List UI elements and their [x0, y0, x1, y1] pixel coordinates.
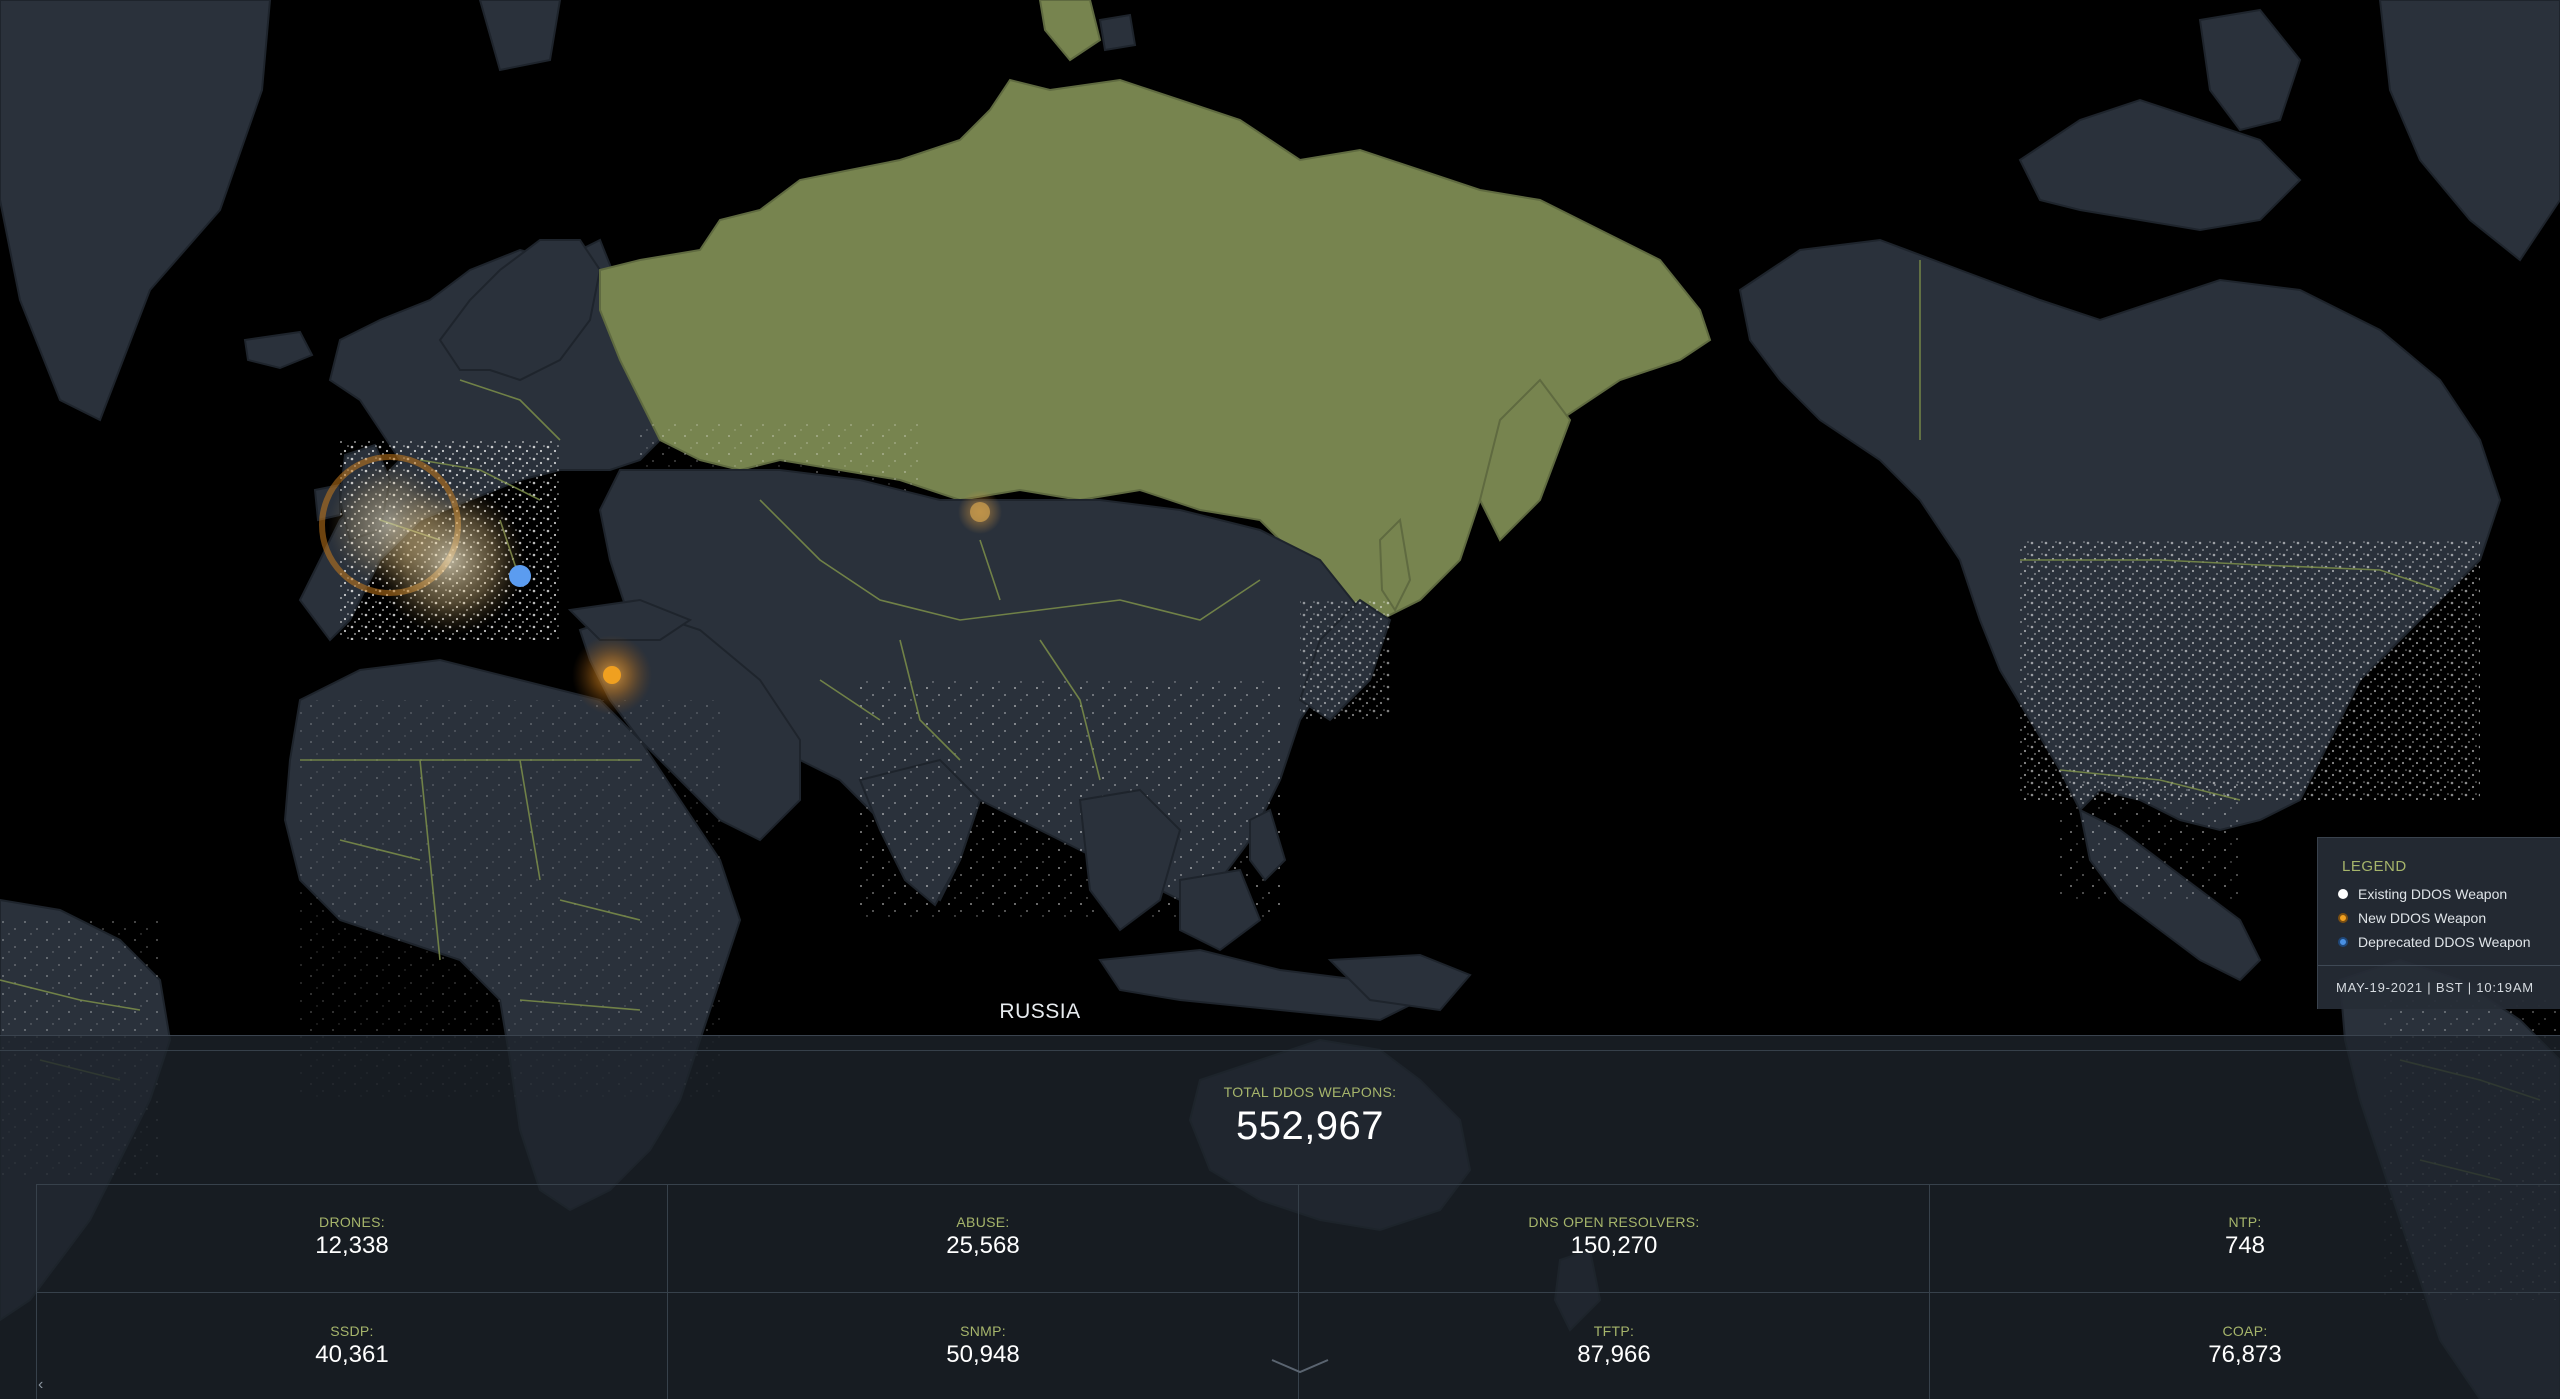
stat-label: COAP: — [2222, 1323, 2268, 1339]
legend-item-label: New DDOS Weapon — [2358, 910, 2487, 926]
total-weapons-value: 552,967 — [1235, 1104, 1385, 1148]
stat-label: DRONES: — [319, 1214, 385, 1230]
legend-timestamp: MAY-19-2021 | BST | 10:19AM — [2336, 980, 2534, 995]
mexico-city-lights — [2060, 780, 2240, 900]
legend-panel: LEGEND Existing DDOS Weapon New DDOS Wea… — [2317, 837, 2560, 1009]
usa-city-lights — [2020, 540, 2480, 800]
stat-value: 150,270 — [1570, 1232, 1658, 1259]
stats-column-divider — [667, 1184, 668, 1399]
legend-item-existing: Existing DDOS Weapon — [2338, 884, 2507, 904]
total-weapons-label: TOTAL DDOS WEAPONS: — [1223, 1084, 1397, 1100]
stats-top-divider — [0, 1050, 2560, 1051]
hovered-country-label: RUSSIA — [999, 1000, 1081, 1023]
stat-value: 76,873 — [2208, 1341, 2282, 1368]
deprecated-weapon-marker-europe — [509, 565, 531, 587]
legend-item-label: Deprecated DDOS Weapon — [2358, 934, 2531, 950]
stats-column-divider — [36, 1184, 37, 1399]
stats-column-divider — [1929, 1184, 1930, 1399]
stat-value: 25,568 — [946, 1232, 1020, 1259]
stat-label: TFTP: — [1593, 1323, 1635, 1339]
stat-value: 87,966 — [1577, 1341, 1651, 1368]
stat-label: NTP: — [2228, 1214, 2262, 1230]
landmass-arctic-islands — [478, 0, 562, 72]
stats-panel: TOTAL DDOS WEAPONS: 552,967 DRONES: 12,3… — [0, 1035, 2560, 1399]
new-weapon-marker-russia — [970, 502, 990, 522]
japan-city-lights — [1300, 600, 1390, 720]
new-weapon-marker-greece — [603, 666, 621, 684]
white-dot-icon — [2338, 889, 2348, 899]
stat-value: 12,338 — [315, 1232, 389, 1259]
stat-label: SSDP: — [330, 1323, 374, 1339]
blue-ring-dot-icon — [2338, 937, 2348, 947]
legend-title: LEGEND — [2342, 858, 2407, 875]
legend-divider — [2318, 965, 2560, 966]
stat-label: DNS OPEN RESOLVERS: — [1528, 1214, 1700, 1230]
landmass-novaya-zemlya — [1038, 0, 1102, 62]
stat-abuse: ABUSE: 25,568 — [783, 1214, 1183, 1260]
stat-snmp: SNMP: 50,948 — [783, 1323, 1183, 1369]
stat-value: 40,361 — [315, 1341, 389, 1368]
stat-tftp: TFTP: 87,966 — [1414, 1323, 1814, 1369]
landmass-iceland — [243, 330, 314, 370]
stat-value: 748 — [2224, 1232, 2266, 1259]
stat-coap: COAP: 76,873 — [2045, 1323, 2445, 1369]
orange-ring-dot-icon — [2338, 913, 2348, 923]
stat-label: ABUSE: — [956, 1214, 1010, 1230]
chevron-left-icon[interactable]: ‹ — [38, 1376, 43, 1394]
landmass-greenland-east — [2378, 0, 2560, 262]
chevron-down-icon[interactable] — [1270, 1356, 1330, 1376]
stat-ntp: NTP: 748 — [2045, 1214, 2445, 1260]
landmass-baffin — [2198, 8, 2302, 132]
stat-ssdp: SSDP: 40,361 — [152, 1323, 552, 1369]
landmass-arctic-islands-2 — [1098, 13, 1137, 52]
legend-item-deprecated: Deprecated DDOS Weapon — [2338, 932, 2531, 952]
legend-item-new: New DDOS Weapon — [2338, 908, 2486, 928]
landmass-greenland — [0, 0, 272, 422]
threat-map-stage: RUSSIA LEGEND Existing DDOS Weapon New D… — [0, 0, 2560, 1399]
stat-drones: DRONES: 12,338 — [152, 1214, 552, 1260]
stat-dns-open-resolvers: DNS OPEN RESOLVERS: 150,270 — [1414, 1214, 1814, 1260]
legend-item-label: Existing DDOS Weapon — [2358, 886, 2508, 902]
stat-value: 50,948 — [946, 1341, 1020, 1368]
existing-weapon-glow-europe — [375, 485, 525, 635]
stat-label: SNMP: — [960, 1323, 1006, 1339]
